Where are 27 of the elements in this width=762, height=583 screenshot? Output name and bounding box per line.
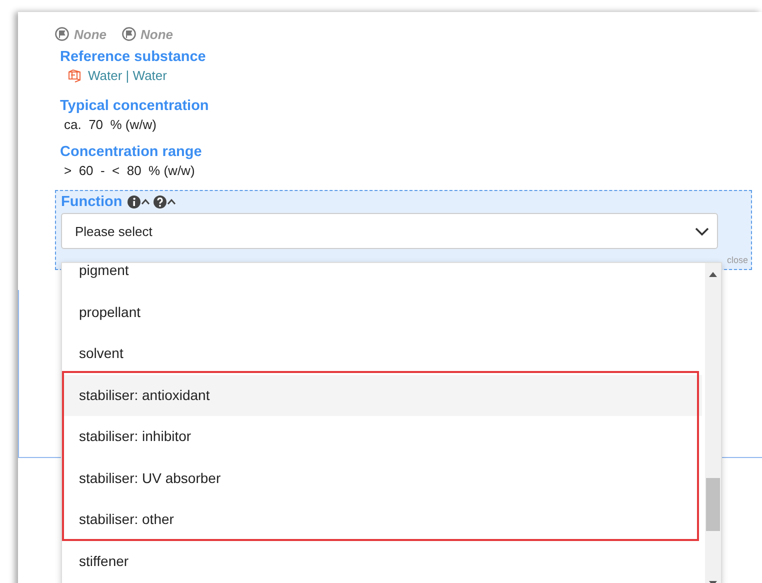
- field-value: ca. 70 % (w/w): [63, 117, 158, 132]
- dropdown-option[interactable]: solvent: [62, 333, 702, 374]
- scroll-up-icon[interactable]: [709, 272, 717, 277]
- help-icon[interactable]: [153, 194, 178, 208]
- field-label: Function: [61, 194, 122, 210]
- field-label: Typical concentration: [59, 98, 210, 114]
- scrollbar[interactable]: [705, 263, 721, 583]
- dropdown-option[interactable]: stabiliser: antioxidant: [62, 374, 702, 416]
- dropdown-option[interactable]: propellant: [62, 292, 702, 333]
- flag-label: None: [74, 26, 106, 42]
- dropdown-option[interactable]: stiffener: [62, 540, 702, 582]
- dropdown-option[interactable]: pigment: [62, 263, 702, 292]
- flag-icon: [55, 27, 69, 41]
- structure-icon: [67, 68, 83, 82]
- dropdown-option[interactable]: stabiliser: inhibitor: [62, 416, 702, 458]
- dropdown-option[interactable]: stabiliser: UV absorber: [62, 458, 702, 499]
- flag-label: None: [140, 26, 173, 42]
- field-label: Reference substance: [59, 49, 207, 65]
- info-icon[interactable]: [127, 194, 152, 208]
- field-value: > 60 - < 80 % (w/w): [63, 163, 196, 178]
- chevron-down-icon: [695, 226, 709, 236]
- scroll-thumb[interactable]: [706, 478, 720, 531]
- dropdown-option[interactable]: stabiliser: other: [62, 499, 702, 540]
- function-select[interactable]: Please select: [61, 213, 718, 249]
- field-label: Concentration range: [59, 144, 203, 160]
- flag-icon: [122, 27, 136, 41]
- substance-link[interactable]: Water | Water: [88, 68, 167, 83]
